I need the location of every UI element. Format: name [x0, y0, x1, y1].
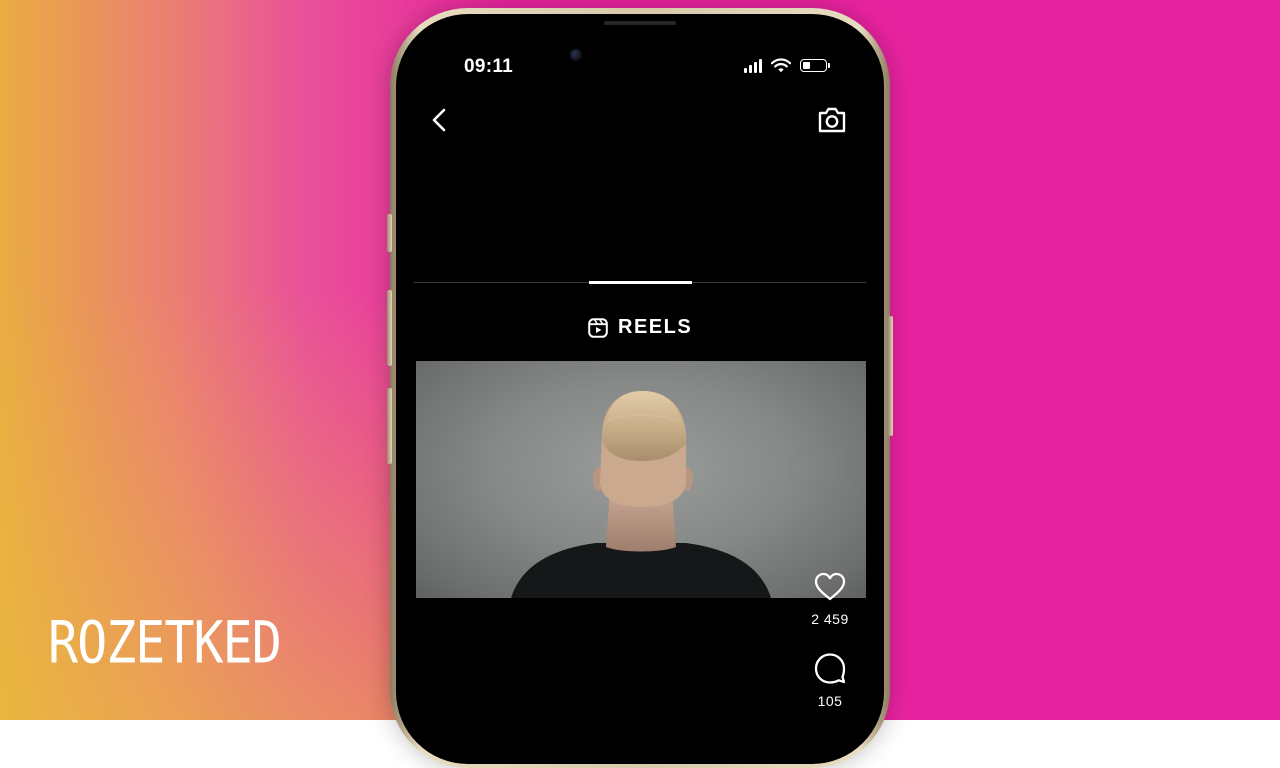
heart-icon [814, 572, 846, 601]
phone-action-button [387, 214, 392, 252]
reels-icon [588, 317, 608, 338]
comment-icon [814, 653, 846, 684]
battery-level [803, 62, 810, 69]
brand-watermark: ROZETKED [48, 609, 282, 677]
phone-volume-down-button [387, 388, 392, 464]
front-camera [570, 49, 582, 61]
chevron-left-icon [432, 108, 446, 132]
comment-button[interactable] [813, 651, 847, 685]
earpiece-speaker [604, 21, 676, 25]
like-count: 2 459 [811, 611, 849, 627]
reel-thumbnail-image [511, 391, 771, 598]
section-title: REELS [618, 316, 693, 338]
status-icons [744, 58, 830, 73]
reels-section-header: REELS [588, 316, 692, 339]
camera-icon [818, 107, 846, 133]
wifi-icon [771, 58, 791, 73]
reel-video[interactable] [416, 361, 866, 598]
back-button[interactable] [428, 106, 452, 134]
active-tab-indicator[interactable] [589, 281, 692, 284]
cellular-signal-icon [744, 58, 762, 73]
phone-volume-up-button [387, 290, 392, 366]
camera-button[interactable] [816, 104, 848, 136]
like-button[interactable] [813, 570, 847, 604]
phone-power-button [888, 316, 893, 436]
phone-frame: 09:11 REELS 2 459 105 [387, 8, 893, 768]
comment-count: 105 [817, 693, 843, 709]
battery-icon [800, 59, 830, 72]
phone-screen: 09:11 REELS 2 459 105 [396, 14, 884, 764]
status-time: 09:11 [464, 56, 514, 77]
